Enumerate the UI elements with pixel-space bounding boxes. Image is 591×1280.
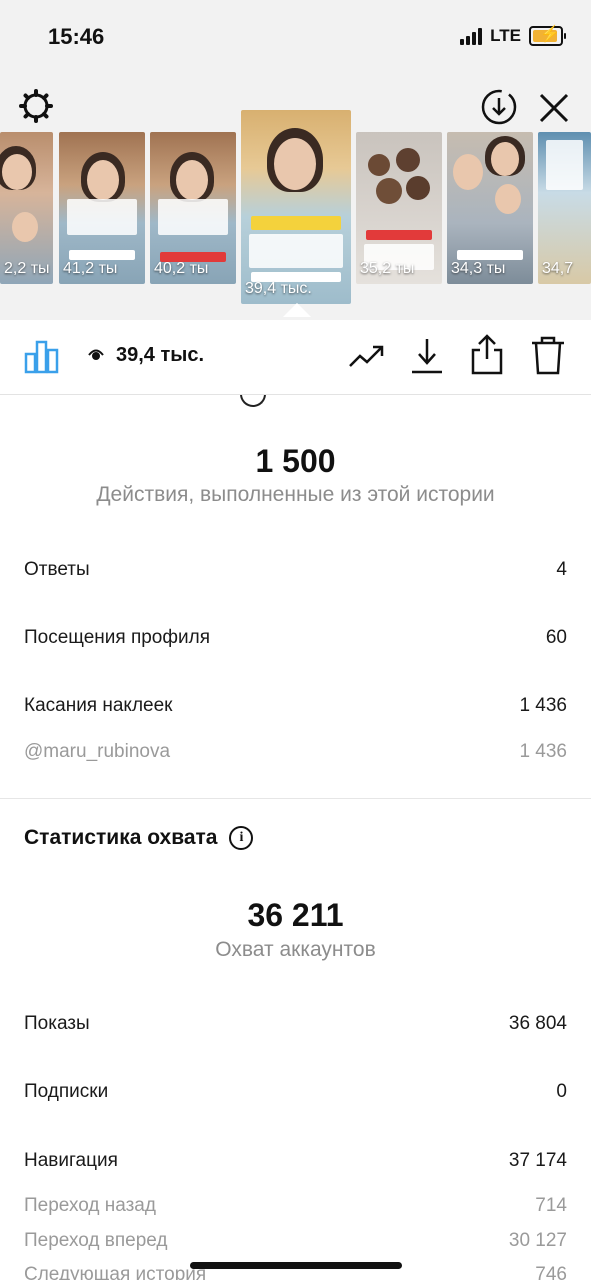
story-thumbnail[interactable]: 35,2 ты <box>356 132 442 284</box>
stat-row: Посещения профиля 60 <box>24 627 567 648</box>
reach-subtitle: Охват аккаунтов <box>215 938 376 961</box>
trending-icon[interactable] <box>348 342 386 375</box>
thumbnail-views: 39,4 тыс. <box>245 280 312 297</box>
views-count: 39,4 тыс. <box>88 344 204 367</box>
reach-total: 36 211 <box>247 897 344 933</box>
status-indicators: LTE ⚡ <box>460 26 566 46</box>
thumbnail-views: 34,3 ты <box>451 260 506 277</box>
share-icon[interactable] <box>470 334 504 381</box>
stat-subrow: Переход назад 714 <box>24 1195 567 1216</box>
home-indicator[interactable] <box>190 1262 402 1269</box>
active-thumbnail-pointer <box>283 303 311 317</box>
story-thumbnail-active[interactable]: 39,4 тыс. <box>241 110 351 304</box>
stat-row: Ответы 4 <box>24 559 567 580</box>
story-action-bar: 39,4 тыс. <box>0 320 591 395</box>
network-type: LTE <box>490 26 521 45</box>
interactions-subtitle: Действия, выполненные из этой истории <box>96 483 495 506</box>
story-thumbnail[interactable]: 34,7 <box>538 132 591 284</box>
insights-content: 1 500 Действия, выполненные из этой исто… <box>0 395 591 1280</box>
story-thumbnail[interactable]: 34,3 ты <box>447 132 533 284</box>
story-thumbnail[interactable]: 40,2 ты <box>150 132 236 284</box>
stat-row: Подписки 0 <box>24 1081 567 1102</box>
section-divider <box>0 798 591 799</box>
scrolled-icon-remnant <box>240 395 266 407</box>
trash-icon[interactable] <box>530 336 566 381</box>
thumbnail-views: 2,2 ты <box>4 260 50 277</box>
thumbnail-views: 41,2 ты <box>63 260 118 277</box>
reach-section-title: Статистика охвата i <box>24 826 254 850</box>
top-area: 15:46 LTE ⚡ 2,2 ты 41,2 ты 40,2 ты 39,4 … <box>0 0 591 320</box>
thumbnail-views: 34,7 <box>542 260 574 277</box>
stat-row: Показы 36 804 <box>24 1013 567 1034</box>
eye-icon <box>88 344 104 367</box>
stat-subrow: Переход вперед 30 127 <box>24 1230 567 1251</box>
download-icon[interactable] <box>410 336 444 381</box>
thumbnail-views: 40,2 ты <box>154 260 209 277</box>
story-thumbnail[interactable]: 41,2 ты <box>59 132 145 284</box>
story-thumbnails: 2,2 ты 41,2 ты 40,2 ты 39,4 тыс. 35,2 ты… <box>0 110 591 310</box>
battery-icon: ⚡ <box>529 26 566 46</box>
signal-icon <box>460 27 483 45</box>
status-time: 15:46 <box>48 24 105 49</box>
interactions-total: 1 500 <box>255 443 336 479</box>
info-icon[interactable]: i <box>229 826 254 850</box>
stat-subrow: @maru_rubinova 1 436 <box>24 741 567 762</box>
bar-chart-icon[interactable] <box>24 338 60 379</box>
thumbnail-views: 35,2 ты <box>360 260 415 277</box>
stat-row: Навигация 37 174 <box>24 1150 567 1171</box>
views-count-value: 39,4 тыс. <box>116 344 205 366</box>
story-thumbnail[interactable]: 2,2 ты <box>0 132 53 284</box>
stat-row: Касания наклеек 1 436 <box>24 695 567 716</box>
